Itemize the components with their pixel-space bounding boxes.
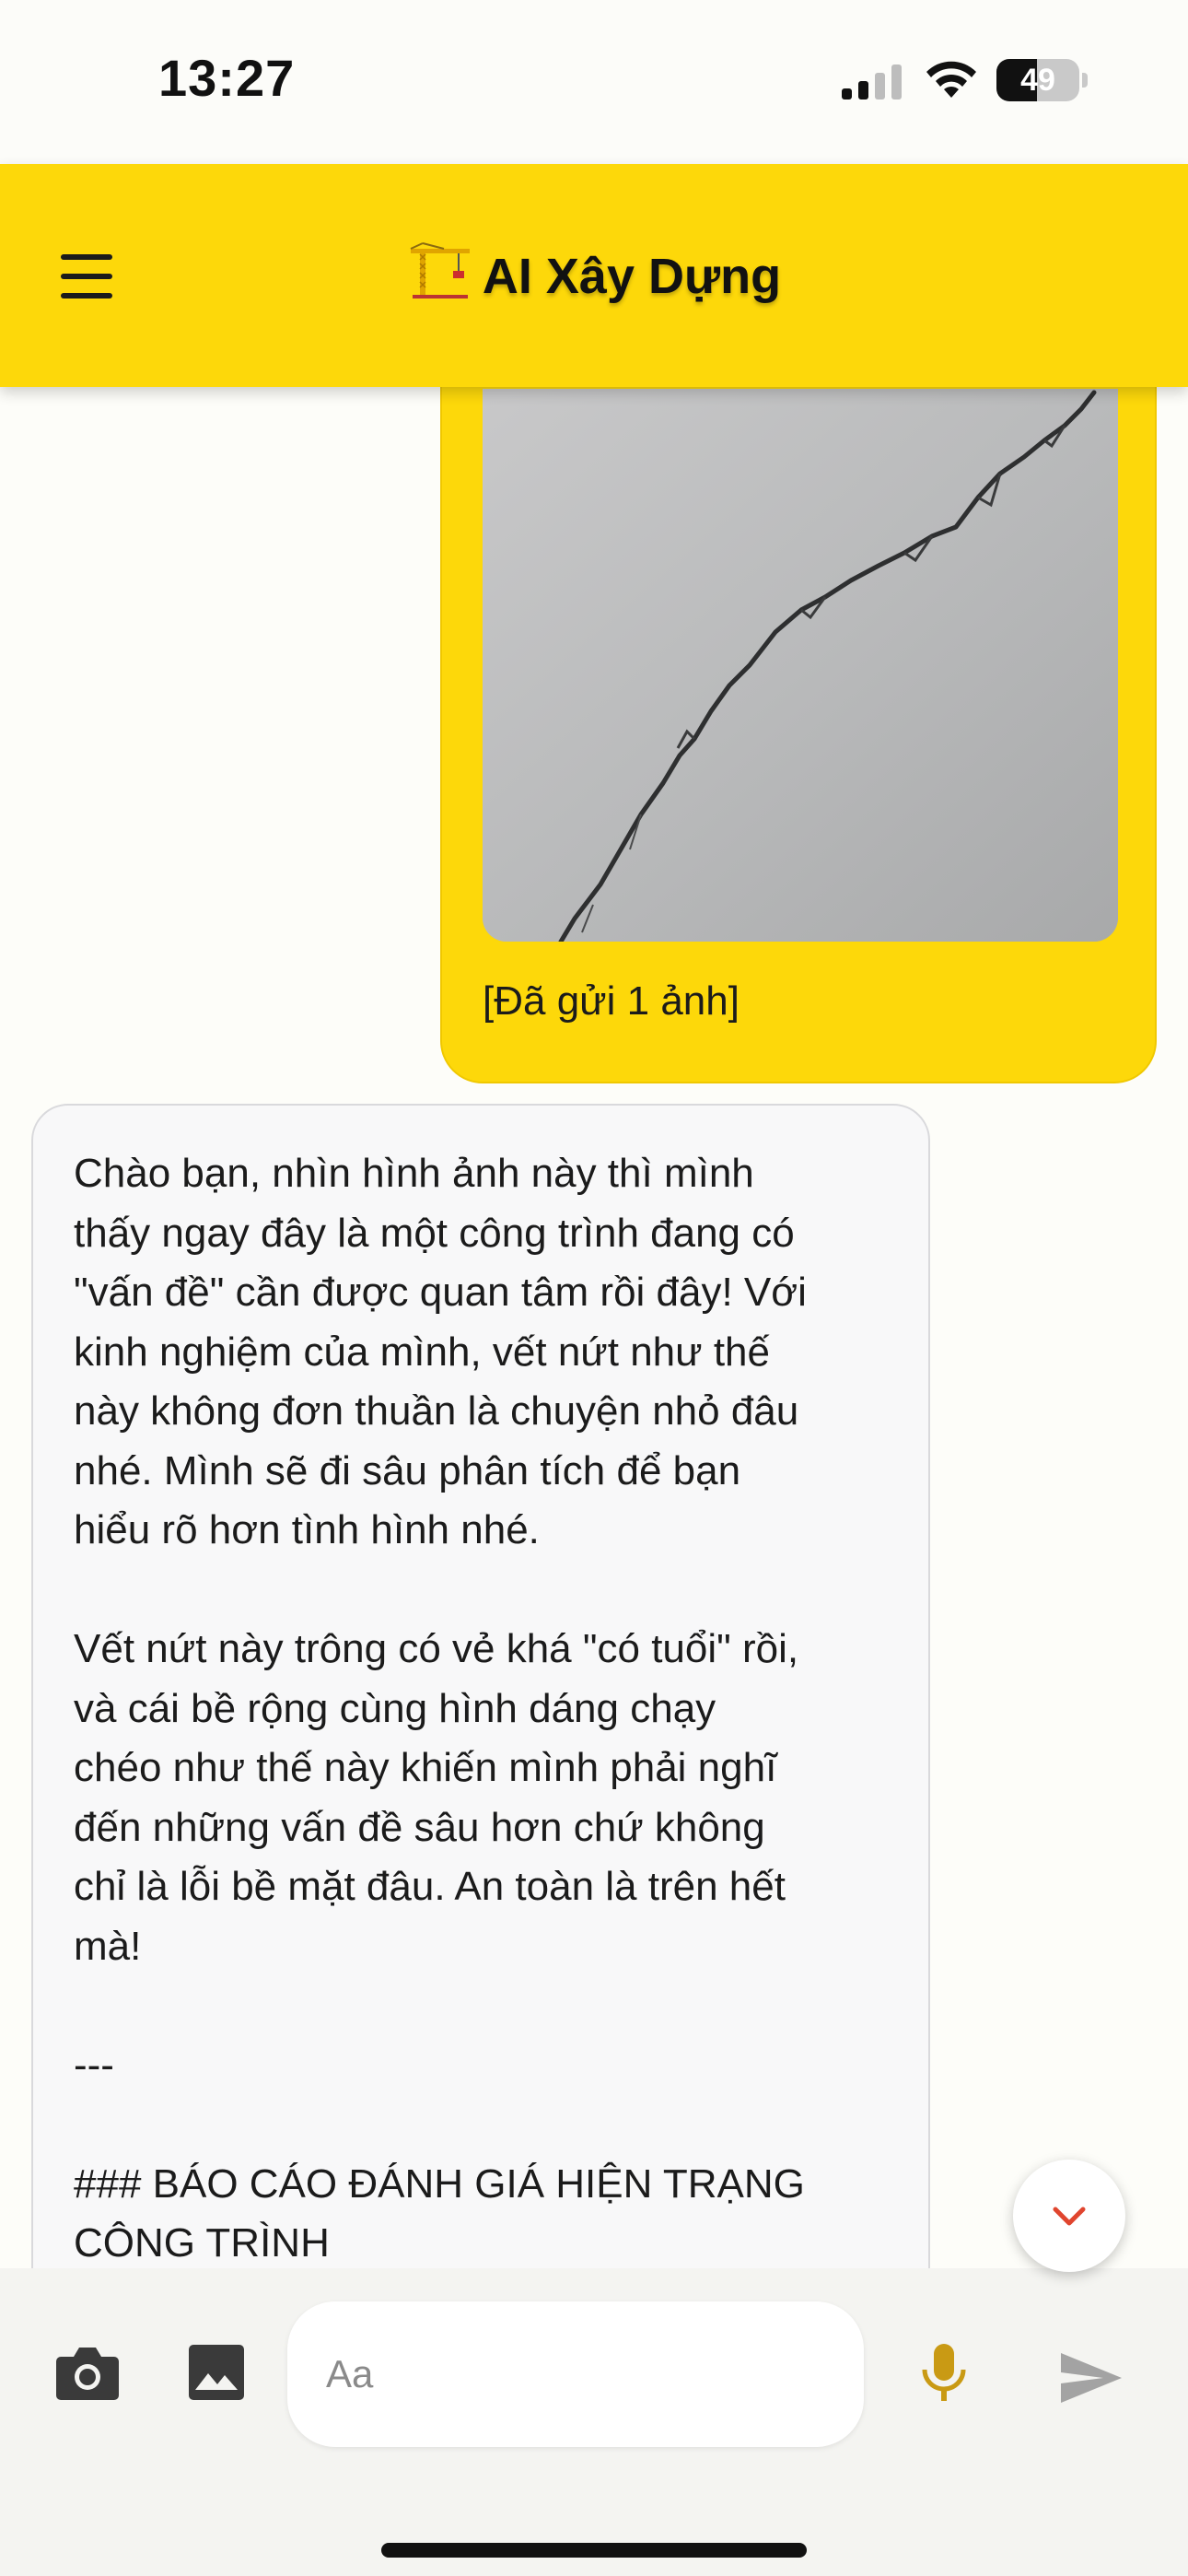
wifi-icon xyxy=(926,61,976,98)
image-icon[interactable] xyxy=(188,2344,245,2401)
signal-icon xyxy=(842,64,902,100)
send-icon[interactable] xyxy=(1059,2351,1124,2405)
attached-photo[interactable] xyxy=(483,389,1118,942)
home-indicator xyxy=(381,2543,807,2558)
assistant-message-bubble: Chào bạn, nhìn hình ảnh này thì mình thấ… xyxy=(31,1104,930,2268)
chevron-down-icon xyxy=(1053,2207,1086,2226)
microphone-icon[interactable] xyxy=(921,2342,967,2405)
app-title-container: AI Xây Dựng xyxy=(0,241,1188,305)
status-bar: 13:27 49 xyxy=(0,0,1188,164)
status-time: 13:27 xyxy=(158,49,296,107)
app-title: AI Xây Dựng xyxy=(482,249,782,304)
input-bar xyxy=(0,2268,1188,2576)
message-input[interactable] xyxy=(287,2301,864,2447)
camera-icon[interactable] xyxy=(55,2344,120,2401)
user-message-bubble: [Đã gửi 1 ảnh] xyxy=(440,387,1157,1083)
battery-level: 49 xyxy=(1020,63,1055,98)
wall-crack-image xyxy=(483,389,1118,942)
battery-icon: 49 xyxy=(996,59,1089,101)
assistant-message-text: Chào bạn, nhìn hình ảnh này thì mình thấ… xyxy=(74,1151,807,2266)
photo-caption: [Đã gửi 1 ảnh] xyxy=(483,978,740,1024)
construction-crane-icon xyxy=(410,242,470,299)
chat-area[interactable]: [Đã gửi 1 ảnh] Chào bạn, nhìn hình ảnh n… xyxy=(0,387,1188,2268)
scroll-to-bottom-button[interactable] xyxy=(1013,2160,1125,2272)
app-header: AI Xây Dựng xyxy=(0,164,1188,387)
